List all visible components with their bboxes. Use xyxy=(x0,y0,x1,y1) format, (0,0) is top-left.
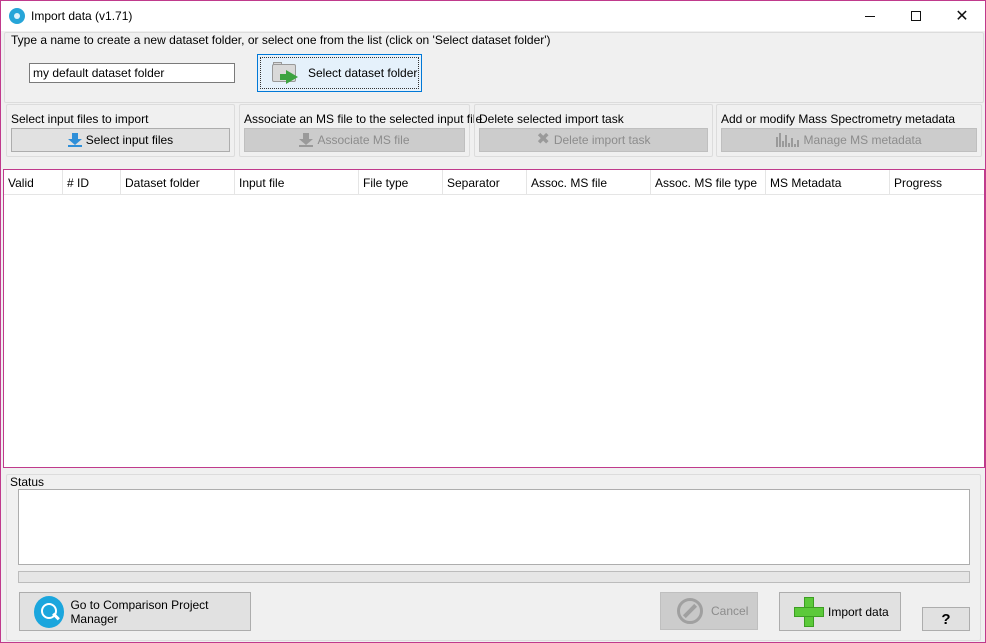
column-header-id[interactable]: # ID xyxy=(63,170,121,195)
spectrum-icon xyxy=(776,133,800,147)
dataset-folder-input[interactable] xyxy=(29,63,235,83)
progress-bar xyxy=(18,571,970,583)
column-header-file-type[interactable]: File type xyxy=(359,170,443,195)
minimize-button[interactable] xyxy=(847,1,893,31)
button-label: Associate MS file xyxy=(317,133,410,147)
table-header: Valid # ID Dataset folder Input file Fil… xyxy=(4,170,984,195)
select-input-files-group: Select input files to import Select inpu… xyxy=(6,104,235,157)
folder-arrow-icon xyxy=(272,62,302,84)
button-label: Delete import task xyxy=(553,133,651,147)
minimize-icon xyxy=(865,15,875,17)
select-input-files-button[interactable]: Select input files xyxy=(11,128,230,152)
associate-ms-file-button[interactable]: Associate MS file xyxy=(244,128,465,152)
group-title: Delete selected import task xyxy=(479,112,624,126)
help-button[interactable]: ? xyxy=(922,607,970,631)
group-title: Add or modify Mass Spectrometry metadata xyxy=(721,112,956,126)
button-label: Select input files xyxy=(85,133,174,147)
column-header-valid[interactable]: Valid xyxy=(4,170,63,195)
button-label: Manage MS metadata xyxy=(803,133,922,147)
column-header-ms-metadata[interactable]: MS Metadata xyxy=(766,170,890,195)
window-title: Import data (v1.71) xyxy=(31,9,133,23)
select-dataset-folder-label: Select dataset folder xyxy=(308,66,418,80)
download-arrow-icon xyxy=(299,133,314,147)
plus-icon xyxy=(794,596,824,627)
dataset-folder-panel: Type a name to create a new dataset fold… xyxy=(4,32,984,103)
group-title: Select input files to import xyxy=(11,112,149,126)
cancel-button[interactable]: Cancel xyxy=(660,592,758,630)
comparison-button-label: Go to Comparison Project Manager xyxy=(70,597,209,626)
column-header-assoc-ms-file[interactable]: Assoc. MS file xyxy=(527,170,651,195)
status-text-area[interactable] xyxy=(18,489,970,565)
delete-import-task-button[interactable]: ✖ Delete import task xyxy=(479,128,708,152)
column-header-assoc-ms-file-type[interactable]: Assoc. MS file type xyxy=(651,170,766,195)
import-data-button[interactable]: Import data xyxy=(779,592,901,631)
close-icon: ✕ xyxy=(955,8,969,25)
associate-ms-file-group: Associate an MS file to the selected inp… xyxy=(239,104,482,157)
import-data-window: Import data (v1.71) ✕ Type a name to cre… xyxy=(0,0,986,643)
manage-ms-metadata-button[interactable]: Manage MS metadata xyxy=(721,128,977,152)
close-button[interactable]: ✕ xyxy=(939,1,985,31)
title-bar: Import data (v1.71) ✕ xyxy=(1,1,985,31)
column-header-separator[interactable]: Separator xyxy=(443,170,527,195)
app-logo-icon xyxy=(9,8,25,24)
delete-x-icon: ✖ xyxy=(536,131,550,148)
ms-metadata-group: Add or modify Mass Spectrometry metadata… xyxy=(716,104,982,157)
column-header-progress[interactable]: Progress xyxy=(890,170,984,195)
delete-import-task-group: Delete selected import task ✖ Delete imp… xyxy=(474,104,713,157)
import-task-table[interactable]: Valid # ID Dataset folder Input file Fil… xyxy=(3,169,985,468)
download-arrow-icon xyxy=(67,133,82,147)
column-header-input-file[interactable]: Input file xyxy=(235,170,359,195)
status-label: Status xyxy=(10,475,45,489)
import-button-label: Import data xyxy=(828,604,889,619)
column-header-dataset-folder[interactable]: Dataset folder xyxy=(121,170,235,195)
cancel-prohibited-icon xyxy=(677,598,703,624)
select-dataset-folder-button[interactable]: Select dataset folder xyxy=(257,54,422,92)
cancel-button-label: Cancel xyxy=(711,604,749,618)
dataset-instruction: Type a name to create a new dataset fold… xyxy=(11,33,551,47)
comparison-search-icon xyxy=(34,595,65,628)
group-title: Associate an MS file to the selected inp… xyxy=(244,112,483,126)
comparison-project-manager-button[interactable]: Go to Comparison Project Manager xyxy=(19,592,251,631)
maximize-icon xyxy=(911,11,921,21)
maximize-button[interactable] xyxy=(893,1,939,31)
